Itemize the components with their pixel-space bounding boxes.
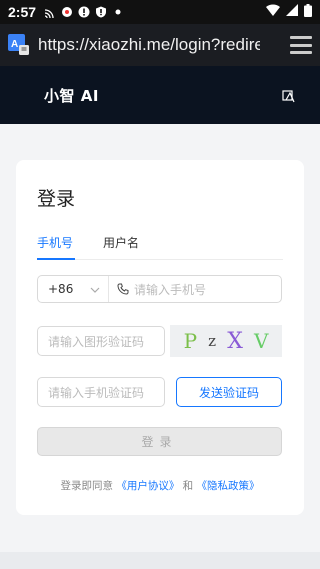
page-footer-strip xyxy=(0,552,320,569)
country-code-select[interactable]: +86 xyxy=(38,276,109,302)
phone-icon xyxy=(117,283,129,295)
tab-phone[interactable]: 手机号 xyxy=(37,234,73,251)
status-bar: 2:57 xyxy=(0,0,320,24)
captcha-char: X xyxy=(227,328,243,354)
chevron-down-icon xyxy=(90,284,100,294)
sms-placeholder: 请输入手机验证码 xyxy=(48,385,145,400)
privacy-policy-link[interactable]: 《隐私政策》 xyxy=(197,480,260,492)
tabs-menu-icon[interactable] xyxy=(290,36,312,54)
app-header: 小智 AI xyxy=(0,66,320,124)
active-tab-indicator xyxy=(37,258,75,260)
cast-icon xyxy=(44,6,56,18)
url-text[interactable]: https://xiaozhi.me/login?redirect xyxy=(38,35,260,55)
login-button[interactable]: 登录 xyxy=(37,427,282,456)
captcha-input[interactable]: 请输入图形验证码 xyxy=(37,326,165,356)
brand-logo-text[interactable]: 小智 AI xyxy=(44,85,99,106)
translate-icon[interactable]: A xyxy=(8,34,30,56)
send-code-button[interactable]: 发送验证码 xyxy=(176,377,282,407)
wifi-icon xyxy=(266,4,280,20)
login-card: 登录 手机号 用户名 +86 请输入手机号 请输入图形验证码 P z X V 请… xyxy=(16,160,304,515)
captcha-char: z xyxy=(208,332,217,350)
country-code-value: +86 xyxy=(48,282,74,296)
captcha-placeholder: 请输入图形验证码 xyxy=(48,334,145,349)
sms-code-input[interactable]: 请输入手机验证码 xyxy=(37,377,165,407)
user-agreement-link[interactable]: 《用户协议》 xyxy=(116,480,179,492)
captcha-char: V xyxy=(253,329,269,353)
agreement-prefix: 登录即同意 xyxy=(60,480,113,492)
browser-url-bar[interactable]: A https://xiaozhi.me/login?redirect xyxy=(0,24,320,66)
phone-field: +86 请输入手机号 xyxy=(37,275,282,303)
svg-text:A: A xyxy=(11,39,18,50)
dot-icon xyxy=(112,6,124,18)
captcha-image[interactable]: P z X V xyxy=(170,325,282,357)
shield-alert-icon xyxy=(95,6,107,18)
captcha-char: P xyxy=(183,329,198,353)
agreement-and: 和 xyxy=(182,480,194,492)
status-time: 2:57 xyxy=(8,4,37,20)
battery-icon xyxy=(304,3,312,21)
vpn-icon xyxy=(61,6,73,18)
alert-icon xyxy=(78,6,90,18)
tab-username[interactable]: 用户名 xyxy=(103,234,139,251)
signal-icon xyxy=(286,4,298,20)
login-tabs: 手机号 用户名 xyxy=(37,230,283,260)
page-title: 登录 xyxy=(37,188,76,210)
agreement-text: 登录即同意 《用户协议》 和 《隐私政策》 xyxy=(16,478,304,493)
phone-input[interactable]: 请输入手机号 xyxy=(109,281,206,298)
language-icon[interactable] xyxy=(282,88,296,103)
phone-placeholder: 请输入手机号 xyxy=(134,282,207,297)
